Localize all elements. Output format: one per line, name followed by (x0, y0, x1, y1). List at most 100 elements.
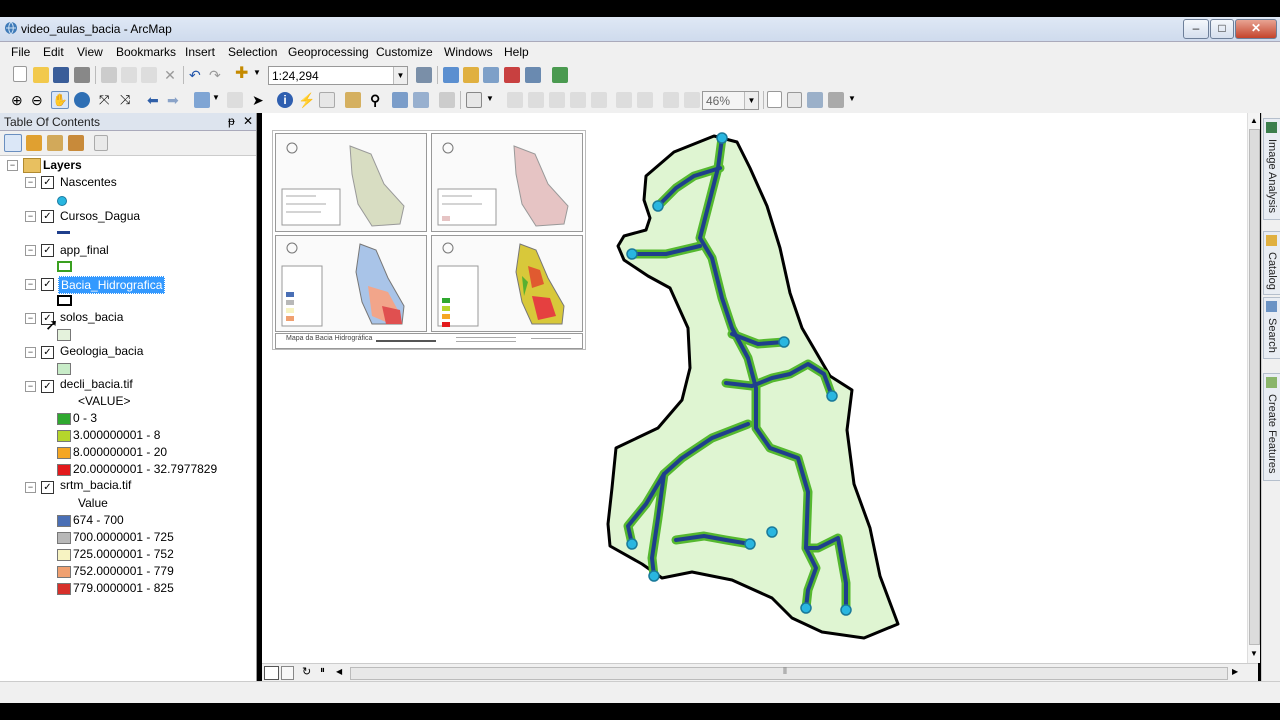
redo-icon[interactable]: ↷ (209, 67, 225, 83)
fixed-layout-zoom-icon[interactable] (591, 92, 607, 108)
forward-arrow-icon[interactable]: ➡ (167, 92, 183, 108)
layout-pan-icon[interactable] (528, 92, 544, 108)
collapse-layer-icon[interactable]: − (25, 482, 36, 493)
copy-icon[interactable] (121, 67, 137, 83)
go-forward-extent-icon[interactable] (684, 92, 700, 108)
delete-icon[interactable]: ✕ (162, 67, 178, 83)
layer-decli-bacia[interactable]: decli_bacia.tif (60, 377, 133, 391)
layout-zoom-out-icon[interactable] (507, 92, 523, 108)
data-driven-pages-icon[interactable] (828, 92, 844, 108)
layout-zoom-combo[interactable]: 46% ▼ (702, 91, 759, 110)
go-back-extent-icon[interactable] (663, 92, 679, 108)
close-icon[interactable]: ✕ (243, 114, 253, 128)
focus-data-frame-icon[interactable] (787, 92, 802, 108)
layer-visibility-checkbox[interactable]: ✓ (41, 176, 54, 189)
undo-icon[interactable]: ↶ (189, 67, 205, 83)
layer-srtm-bacia[interactable]: srtm_bacia.tif (60, 478, 131, 492)
fixed-zoom-out-icon[interactable]: ⤨ (120, 92, 136, 108)
scroll-up-icon[interactable]: ▲ (1250, 116, 1258, 125)
collapse-layer-icon[interactable]: − (25, 279, 36, 290)
menu-geoprocessing[interactable]: Geoprocessing (288, 45, 369, 59)
zoom-in-icon[interactable]: ⊕ (11, 92, 27, 108)
collapse-layer-icon[interactable]: − (25, 177, 36, 188)
layer-solos-bacia[interactable]: solos_bacia (60, 310, 123, 324)
menu-windows[interactable]: Windows (444, 45, 493, 59)
scroll-down-icon[interactable]: ▼ (1250, 649, 1258, 658)
collapse-layer-icon[interactable]: − (25, 245, 36, 256)
clear-selection-icon[interactable] (227, 92, 243, 108)
scroll-right-icon[interactable]: ▶ (1232, 667, 1238, 676)
layout-view-icon[interactable] (281, 666, 294, 680)
map-display[interactable]: Mapa da Bacia Hidrográfica (262, 113, 1258, 663)
full-extent-globe-icon[interactable] (74, 92, 90, 108)
save-icon[interactable] (53, 67, 69, 83)
chevron-down-icon[interactable]: ▼ (393, 67, 407, 84)
tab-search[interactable]: Search (1263, 297, 1280, 359)
zoom-out-fixed-icon[interactable] (637, 92, 653, 108)
catalog-icon[interactable] (463, 67, 479, 83)
open-folder-icon[interactable] (33, 67, 49, 83)
map-horizontal-scrollbar[interactable]: ⦀ (350, 666, 1228, 680)
layout-zoom-in-icon[interactable] (466, 92, 482, 108)
tab-catalog[interactable]: Catalog (1263, 231, 1280, 295)
pause-drawing-icon[interactable]: ⏸ (320, 665, 325, 676)
collapse-layer-icon[interactable]: − (25, 211, 36, 222)
list-by-source-icon[interactable] (26, 135, 42, 151)
tab-image-analysis[interactable]: Image Analysis (1263, 118, 1280, 220)
print-icon[interactable] (74, 67, 90, 83)
toc-options-icon[interactable] (94, 135, 108, 151)
refresh-icon[interactable]: ↻ (302, 665, 311, 678)
collapse-layer-icon[interactable]: − (25, 347, 36, 358)
layers-root-label[interactable]: Layers (43, 158, 82, 172)
minimize-button[interactable]: – (1183, 19, 1209, 39)
scroll-left-icon[interactable]: ◀ (336, 667, 342, 676)
layer-cursos-dagua[interactable]: Cursos_Dagua (60, 209, 140, 223)
identify-icon[interactable]: i (277, 92, 293, 108)
zoom-out-icon[interactable]: ⊖ (31, 92, 47, 108)
menu-edit[interactable]: Edit (43, 45, 64, 59)
cut-icon[interactable] (101, 67, 117, 83)
menu-customize[interactable]: Customize (376, 45, 433, 59)
data-view-icon[interactable] (264, 666, 279, 680)
list-by-visibility-icon[interactable] (47, 135, 63, 151)
layout-toolbar-options-icon[interactable]: ▼ (848, 94, 864, 110)
scrollbar-thumb[interactable] (1249, 129, 1260, 645)
list-by-drawing-order-icon[interactable] (4, 134, 22, 152)
find-route-icon[interactable] (392, 92, 408, 108)
layer-nascentes[interactable]: Nascentes (60, 175, 117, 189)
toggle-draft-mode-icon[interactable] (767, 91, 782, 108)
select-elements-arrow-icon[interactable]: ➤ (252, 92, 268, 108)
zoom-100-percent-icon[interactable] (570, 92, 586, 108)
add-data-dropdown-icon[interactable]: ▼ (253, 68, 269, 84)
back-arrow-icon[interactable]: ⬅ (147, 92, 163, 108)
collapse-layer-icon[interactable]: − (25, 313, 36, 324)
menu-file[interactable]: File (11, 45, 30, 59)
layer-visibility-checkbox[interactable]: ✓ (41, 481, 54, 494)
zoom-in-fixed-icon[interactable] (616, 92, 632, 108)
layer-visibility-checkbox[interactable]: ✓ (41, 244, 54, 257)
menu-selection[interactable]: Selection (228, 45, 277, 59)
change-layout-icon[interactable] (807, 92, 823, 108)
layer-visibility-checkbox[interactable]: ✓ (41, 278, 54, 291)
time-slider-icon[interactable] (439, 92, 455, 108)
fixed-zoom-in-icon[interactable]: ⤧ (99, 92, 115, 108)
pan-hand-icon[interactable]: ✋ (51, 91, 69, 109)
tab-create-features[interactable]: Create Features (1263, 373, 1280, 481)
search-window-icon[interactable] (483, 67, 499, 83)
layer-visibility-checkbox[interactable]: ✓ (41, 346, 54, 359)
chevron-down-icon[interactable]: ▼ (744, 92, 758, 109)
select-dropdown-icon[interactable]: ▼ (212, 93, 228, 109)
close-button[interactable]: ✕ (1235, 19, 1277, 39)
layer-app-final[interactable]: app_final (60, 243, 109, 257)
layout-dropdown-icon[interactable]: ▼ (486, 94, 502, 110)
map-vertical-scrollbar[interactable]: ▲ ▼ (1247, 113, 1260, 663)
html-popup-icon[interactable] (319, 92, 335, 108)
python-window-icon[interactable] (525, 67, 541, 83)
go-to-xy-icon[interactable] (413, 92, 429, 108)
layer-visibility-checkbox[interactable]: ✓ (41, 210, 54, 223)
paste-icon[interactable] (141, 67, 157, 83)
layer-geologia-bacia[interactable]: Geologia_bacia (60, 344, 143, 358)
menu-bookmarks[interactable]: Bookmarks (116, 45, 176, 59)
pin-icon[interactable]: ᵽ (228, 114, 235, 128)
map-scale-combo[interactable]: 1:24,294 ▼ (268, 66, 408, 85)
